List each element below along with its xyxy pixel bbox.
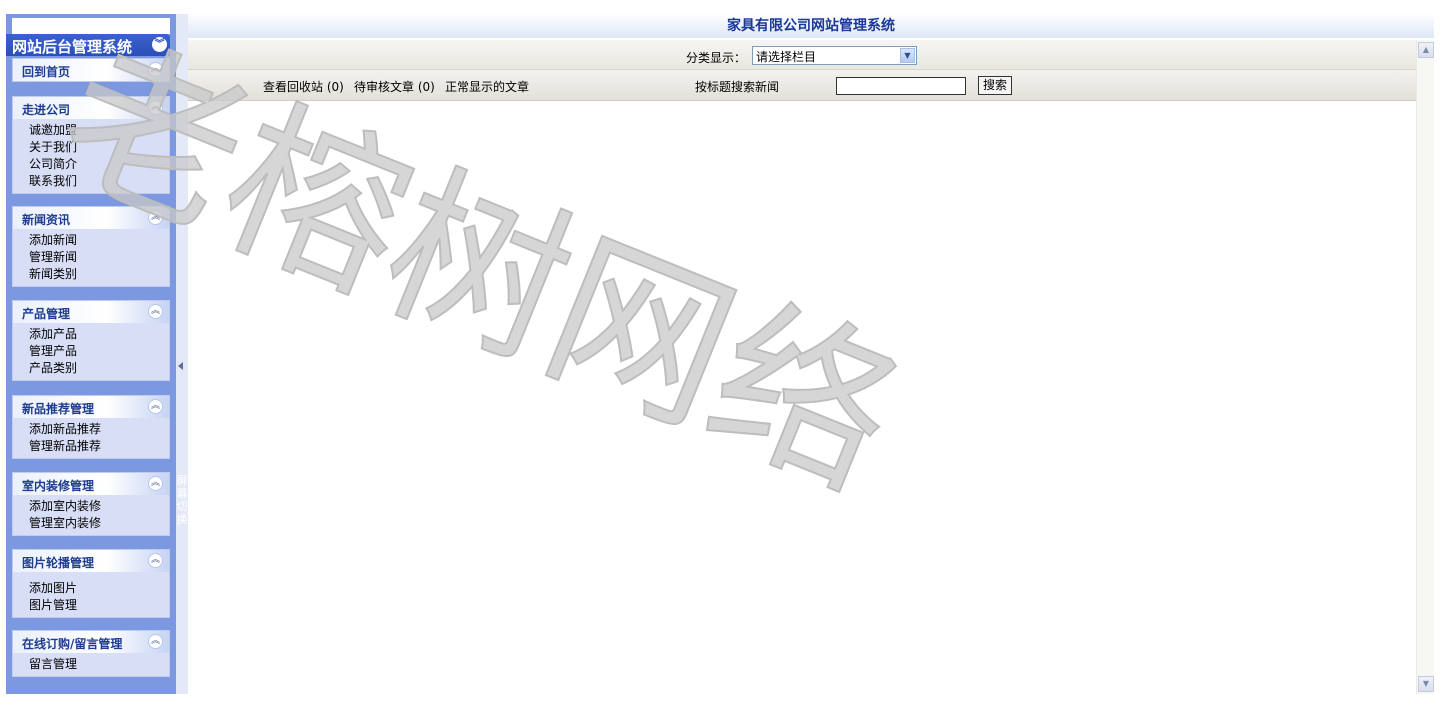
sidebar-header: 网站后台管理系统 ︾ [6, 34, 170, 56]
splitter-label: 屏幕切换 [176, 474, 188, 526]
page-title: 家具有限公司网站管理系统 [727, 18, 895, 34]
menu-title: 产品管理 [22, 307, 71, 321]
menu-item[interactable]: 联系我们 [29, 173, 169, 190]
menu-head-company[interactable]: 走进公司 ︽ [13, 97, 169, 119]
collapse-up-icon[interactable]: ︽ [148, 62, 163, 77]
menu-head-home[interactable]: 回到首页 ︽ [13, 59, 169, 81]
category-filter-label: 分类显示： [686, 51, 747, 65]
action-bar: 查看回收站 (0) 待审核文章 (0) 正常显示的文章 按标题搜索新闻 搜索 [188, 70, 1416, 101]
menu-item[interactable]: 管理新品推荐 [29, 438, 169, 455]
collapse-up-icon[interactable]: ︽ [148, 634, 163, 649]
collapse-left-icon[interactable] [178, 362, 183, 370]
collapse-up-icon[interactable]: ︽ [148, 304, 163, 319]
screen-splitter[interactable]: 屏幕切换 [176, 14, 188, 694]
menu-carousel: 图片轮播管理 ︽ 添加图片 图片管理 [12, 549, 170, 618]
menu-news: 新闻资讯 ︽ 添加新闻 管理新闻 新闻类别 [12, 206, 170, 287]
menu-item[interactable]: 添加图片 [29, 580, 169, 597]
menu-title: 新品推荐管理 [22, 402, 95, 416]
scroll-up-icon[interactable]: ▲ [1418, 42, 1434, 58]
menu-orders: 在线订购/留言管理 ︽ 留言管理 [12, 630, 170, 677]
pending-articles-link[interactable]: 待审核文章 (0) [354, 78, 435, 95]
menu-item[interactable]: 图片管理 [29, 597, 169, 614]
recycle-bin-link[interactable]: 查看回收站 (0) [263, 78, 344, 95]
home-link[interactable]: 回到首页 [22, 63, 70, 80]
scroll-down-icon[interactable]: ▼ [1418, 676, 1434, 692]
category-select[interactable]: 请选择栏目 ▼ [752, 46, 917, 65]
collapse-up-icon[interactable]: ︽ [148, 399, 163, 414]
collapse-up-icon[interactable]: ︽ [148, 210, 163, 225]
menu-head-products[interactable]: 产品管理 ︽ [13, 301, 169, 323]
search-label: 按标题搜索新闻 [695, 80, 780, 94]
menu-item[interactable]: 诚邀加盟 [29, 122, 169, 139]
menu-head-interior[interactable]: 室内装修管理 ︽ [13, 473, 169, 495]
menu-item[interactable]: 添加新闻 [29, 232, 169, 249]
menu-title: 室内装修管理 [22, 479, 95, 493]
menu-head-news[interactable]: 新闻资讯 ︽ [13, 207, 169, 229]
collapse-up-icon[interactable]: ︽ [148, 476, 163, 491]
menu-title: 在线订购/留言管理 [22, 637, 123, 651]
menu-head-new-products[interactable]: 新品推荐管理 ︽ [13, 396, 169, 418]
menu-title: 图片轮播管理 [22, 556, 95, 570]
double-chevron-down-icon[interactable]: ︾ [152, 37, 167, 52]
normal-articles-link[interactable]: 正常显示的文章 [445, 78, 529, 95]
menu-title: 走进公司 [22, 103, 71, 117]
menu-new-products: 新品推荐管理 ︽ 添加新品推荐 管理新品推荐 [12, 395, 170, 459]
menu-head-orders[interactable]: 在线订购/留言管理 ︽ [13, 631, 169, 653]
menu-item[interactable]: 留言管理 [29, 656, 169, 673]
menu-home: 回到首页 ︽ [12, 58, 170, 82]
menu-head-carousel[interactable]: 图片轮播管理 ︽ [13, 550, 169, 572]
sidebar-title: 网站后台管理系统 [12, 38, 133, 56]
sidebar: 网站后台管理系统 ︾ 回到首页 ︽ 走进公司 ︽ 诚邀加盟 关于我们 公司简介 … [6, 14, 176, 694]
collapse-up-icon[interactable]: ︽ [148, 553, 163, 568]
menu-item[interactable]: 新闻类别 [29, 266, 169, 283]
search-input[interactable] [836, 77, 966, 95]
menu-item[interactable]: 添加新品推荐 [29, 421, 169, 438]
menu-item[interactable]: 管理产品 [29, 343, 169, 360]
category-select-value: 请选择栏目 [756, 50, 817, 64]
menu-products: 产品管理 ︽ 添加产品 管理产品 产品类别 [12, 300, 170, 381]
filter-bar: 分类显示： 请选择栏目 ▼ [188, 40, 1416, 70]
scrollbar[interactable]: ▲ ▼ [1416, 40, 1434, 694]
menu-item[interactable]: 管理室内装修 [29, 515, 169, 532]
menu-interior: 室内装修管理 ︽ 添加室内装修 管理室内装修 [12, 472, 170, 536]
sidebar-top-strip [12, 18, 170, 34]
screen-switch-label[interactable]: 屏幕切换 [176, 474, 188, 526]
collapse-up-icon[interactable]: ︽ [148, 100, 163, 115]
chevron-down-icon[interactable]: ▼ [900, 48, 915, 63]
menu-item[interactable]: 管理新闻 [29, 249, 169, 266]
top-bar: 家具有限公司网站管理系统 [188, 14, 1434, 38]
menu-item[interactable]: 公司简介 [29, 156, 169, 173]
menu-title: 新闻资讯 [22, 213, 71, 227]
menu-company: 走进公司 ︽ 诚邀加盟 关于我们 公司简介 联系我们 [12, 96, 170, 194]
menu-item[interactable]: 添加室内装修 [29, 498, 169, 515]
menu-item[interactable]: 关于我们 [29, 139, 169, 156]
menu-item[interactable]: 添加产品 [29, 326, 169, 343]
search-button[interactable]: 搜索 [978, 76, 1012, 95]
menu-item[interactable]: 产品类别 [29, 360, 169, 377]
